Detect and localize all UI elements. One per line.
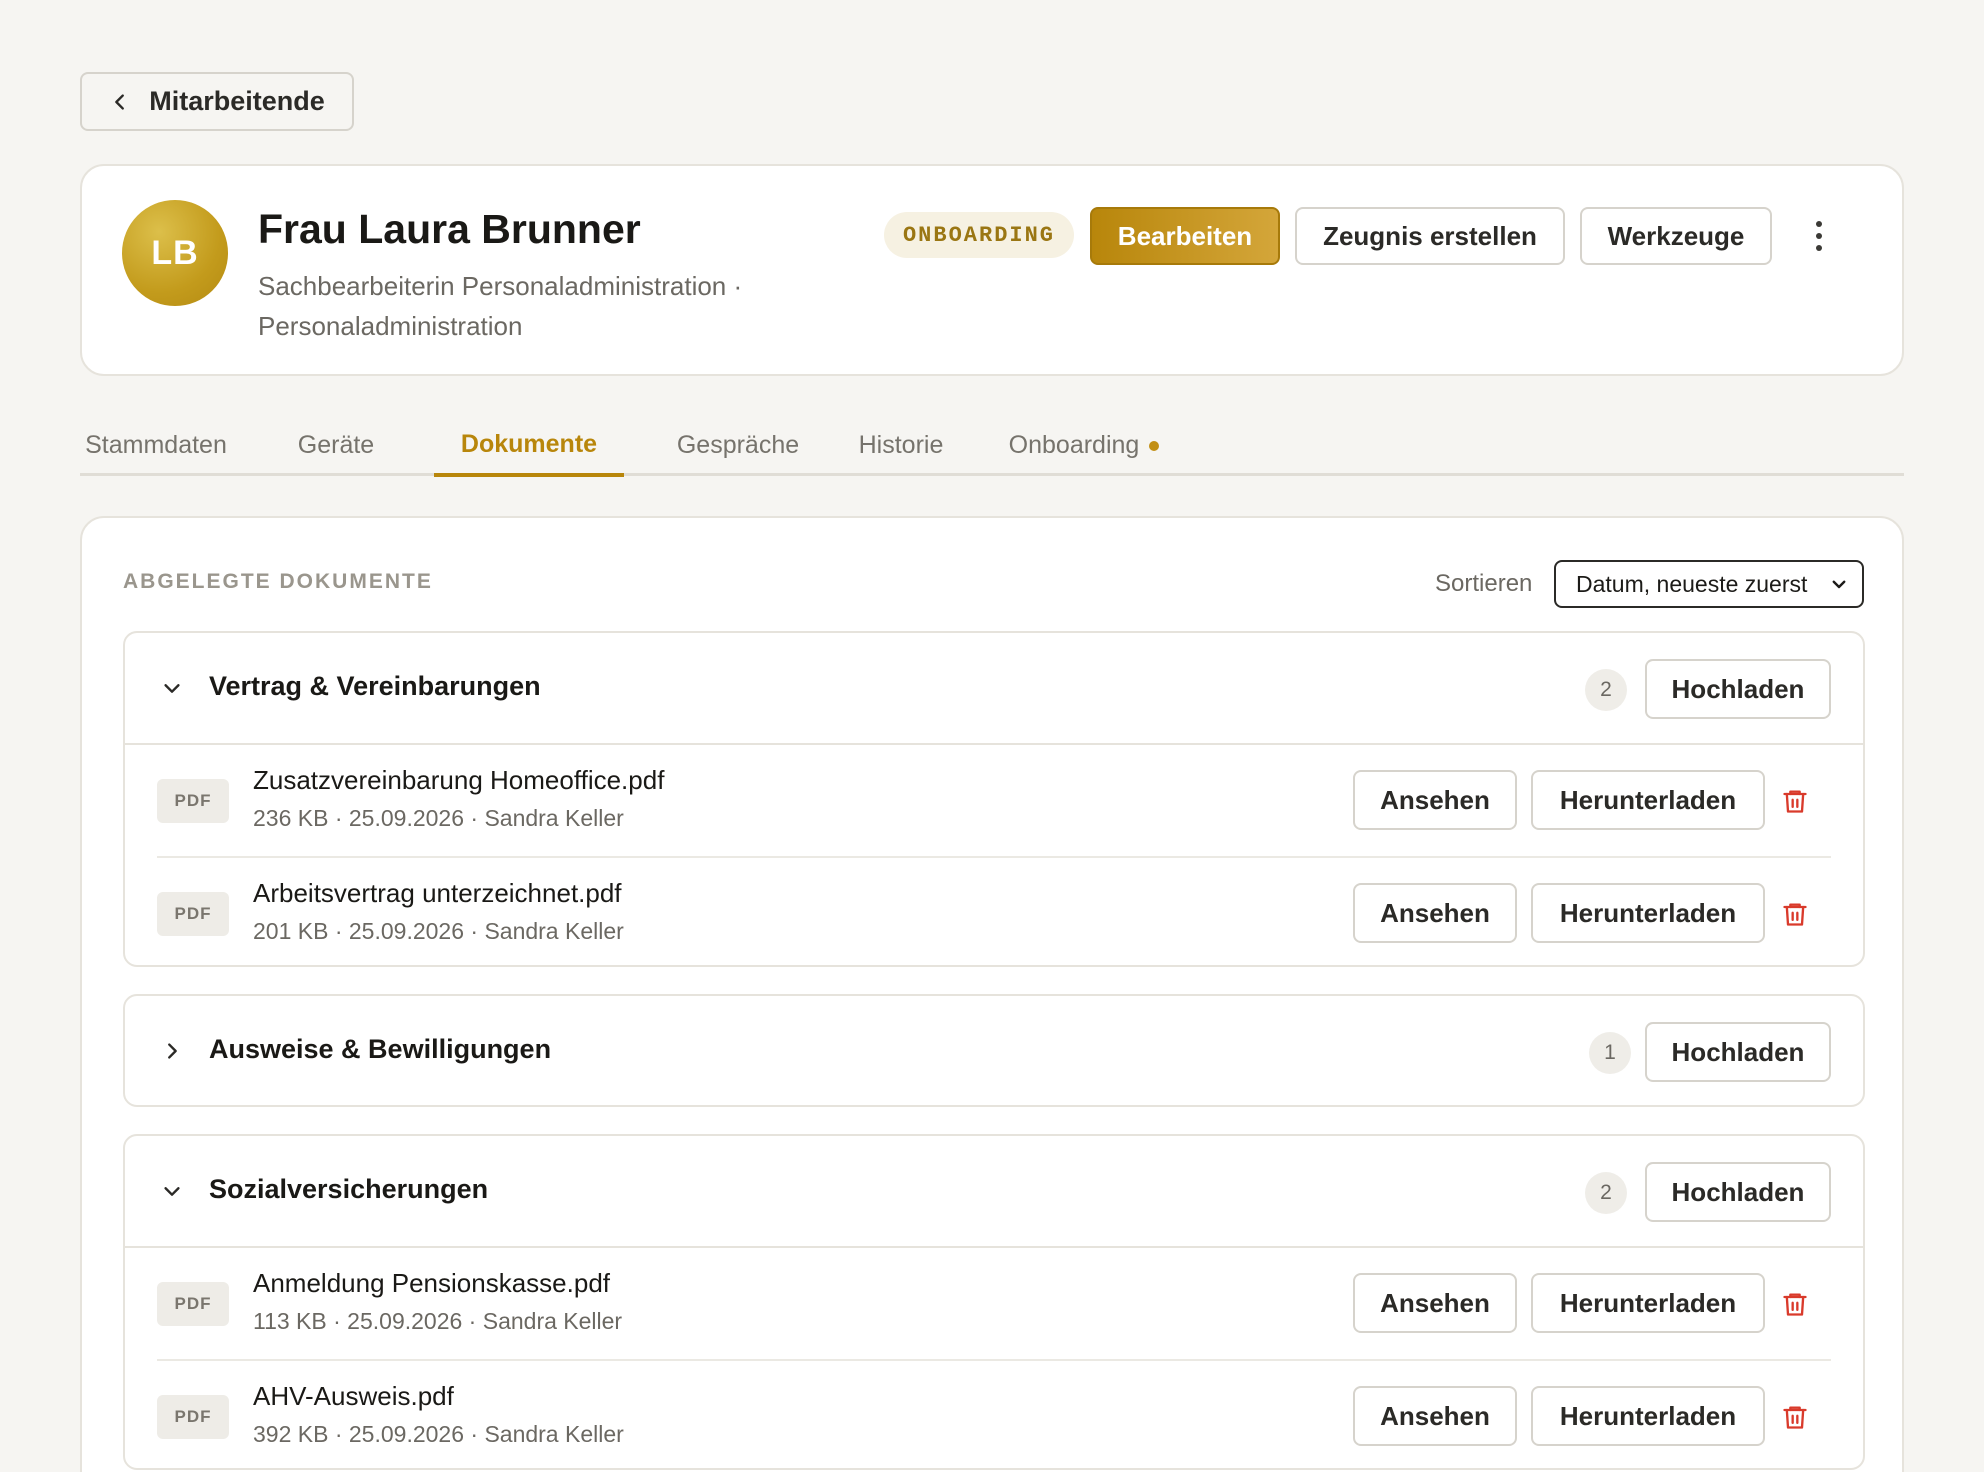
view-button[interactable]: Ansehen	[1353, 1273, 1517, 1333]
sort-select-value: Datum, neueste zuerst	[1576, 570, 1808, 597]
tab-bar: Stammdaten Geräte Dokumente Gespräche Hi…	[80, 415, 1904, 477]
file-name: Anmeldung Pensionskasse.pdf	[253, 1268, 611, 1298]
group-name: Ausweise & Bewilligungen	[209, 1034, 552, 1064]
trash-icon[interactable]	[1781, 900, 1809, 928]
chevron-down-icon[interactable]	[161, 677, 183, 699]
document-group: Ausweise & Bewilligungen 1 Hochladen	[123, 994, 1865, 1107]
document-group: Vertrag & Vereinbarungen 2 Hochladen PDF…	[123, 631, 1865, 967]
tools-button[interactable]: Werkzeuge	[1580, 207, 1772, 265]
view-button[interactable]: Ansehen	[1353, 883, 1517, 943]
group-name: Vertrag & Vereinbarungen	[209, 671, 541, 701]
documents-panel: ABGELEGTE DOKUMENTE Sortieren Datum, neu…	[80, 516, 1904, 1472]
tab-label: Geräte	[297, 431, 375, 459]
tab-label: Gespräche	[676, 431, 800, 459]
tab-gespraeche[interactable]: Gespräche	[660, 415, 816, 476]
status-badge: ONBOARDING	[884, 212, 1074, 258]
tab-geraete[interactable]: Geräte	[291, 415, 381, 476]
chevron-left-icon	[115, 93, 125, 110]
group-header[interactable]: Sozialversicherungen 2 Hochladen	[125, 1136, 1863, 1248]
group-header[interactable]: Ausweise & Bewilligungen 1 Hochladen	[125, 996, 1863, 1108]
tab-onboarding[interactable]: Onboarding	[999, 415, 1169, 476]
file-row: PDF Zusatzvereinbarung Homeoffice.pdf 23…	[157, 745, 1831, 856]
tab-label: Historie	[858, 431, 944, 459]
section-title: ABGELEGTE DOKUMENTE	[123, 570, 433, 593]
group-count-badge: 2	[1585, 669, 1627, 711]
download-button[interactable]: Herunterladen	[1531, 1273, 1765, 1333]
tab-dokumente[interactable]: Dokumente	[434, 415, 624, 477]
download-button[interactable]: Herunterladen	[1531, 770, 1765, 830]
group-count-badge: 2	[1585, 1172, 1627, 1214]
trash-icon[interactable]	[1781, 1290, 1809, 1318]
avatar: LB	[122, 200, 228, 306]
view-button[interactable]: Ansehen	[1353, 770, 1517, 830]
file-meta: 113 KB · 25.09.2026 · Sandra Keller	[253, 1308, 623, 1334]
tab-label: Onboarding	[1008, 431, 1140, 459]
notification-dot-icon	[1149, 440, 1160, 451]
back-button[interactable]: Mitarbeitende	[80, 72, 354, 131]
trash-icon[interactable]	[1781, 1403, 1809, 1431]
file-name: Zusatzvereinbarung Homeoffice.pdf	[253, 765, 665, 795]
tab-historie[interactable]: Historie	[849, 415, 953, 476]
group-header[interactable]: Vertrag & Vereinbarungen 2 Hochladen	[125, 633, 1863, 745]
employee-name: Frau Laura Brunner	[258, 206, 641, 252]
sort-label: Sortieren	[1435, 570, 1533, 597]
file-type-badge: PDF	[157, 892, 229, 936]
create-certificate-button[interactable]: Zeugnis erstellen	[1295, 207, 1565, 265]
tab-label: Stammdaten	[85, 431, 227, 459]
tab-label: Dokumente	[460, 429, 598, 458]
file-type-badge: PDF	[157, 779, 229, 823]
file-row: PDF Arbeitsvertrag unterzeichnet.pdf 201…	[157, 856, 1831, 967]
download-button[interactable]: Herunterladen	[1531, 1386, 1765, 1446]
group-count-badge: 1	[1589, 1032, 1631, 1074]
file-meta: 236 KB · 25.09.2026 · Sandra Keller	[253, 805, 624, 831]
group-name: Sozialversicherungen	[209, 1174, 489, 1204]
chevron-right-icon[interactable]	[161, 1040, 183, 1062]
file-type-badge: PDF	[157, 1395, 229, 1439]
employee-header-card: LB Frau Laura Brunner Sachbearbeiterin P…	[80, 164, 1904, 376]
back-button-label: Mitarbeitende	[149, 86, 325, 116]
file-meta: 201 KB · 25.09.2026 · Sandra Keller	[253, 918, 624, 944]
chevron-down-icon	[1832, 580, 1846, 589]
file-row: PDF Anmeldung Pensionskasse.pdf 113 KB ·…	[157, 1248, 1831, 1359]
file-name: Arbeitsvertrag unterzeichnet.pdf	[253, 878, 622, 908]
edit-button[interactable]: Bearbeiten	[1090, 207, 1280, 265]
document-group: Sozialversicherungen 2 Hochladen PDF Anm…	[123, 1134, 1865, 1470]
file-type-badge: PDF	[157, 1282, 229, 1326]
more-options-icon[interactable]	[1804, 216, 1834, 256]
sort-select[interactable]: Datum, neueste zuerst	[1554, 560, 1864, 608]
tab-stammdaten[interactable]: Stammdaten	[80, 415, 232, 476]
view-button[interactable]: Ansehen	[1353, 1386, 1517, 1446]
upload-button[interactable]: Hochladen	[1645, 1162, 1831, 1222]
employee-role: Sachbearbeiterin Personaladministration …	[258, 271, 743, 341]
upload-button[interactable]: Hochladen	[1645, 1022, 1831, 1082]
trash-icon[interactable]	[1781, 787, 1809, 815]
file-row: PDF AHV-Ausweis.pdf 392 KB · 25.09.2026 …	[157, 1359, 1831, 1470]
file-meta: 392 KB · 25.09.2026 · Sandra Keller	[253, 1421, 624, 1447]
download-button[interactable]: Herunterladen	[1531, 883, 1765, 943]
chevron-down-icon[interactable]	[161, 1180, 183, 1202]
upload-button[interactable]: Hochladen	[1645, 659, 1831, 719]
file-name: AHV-Ausweis.pdf	[253, 1381, 454, 1411]
